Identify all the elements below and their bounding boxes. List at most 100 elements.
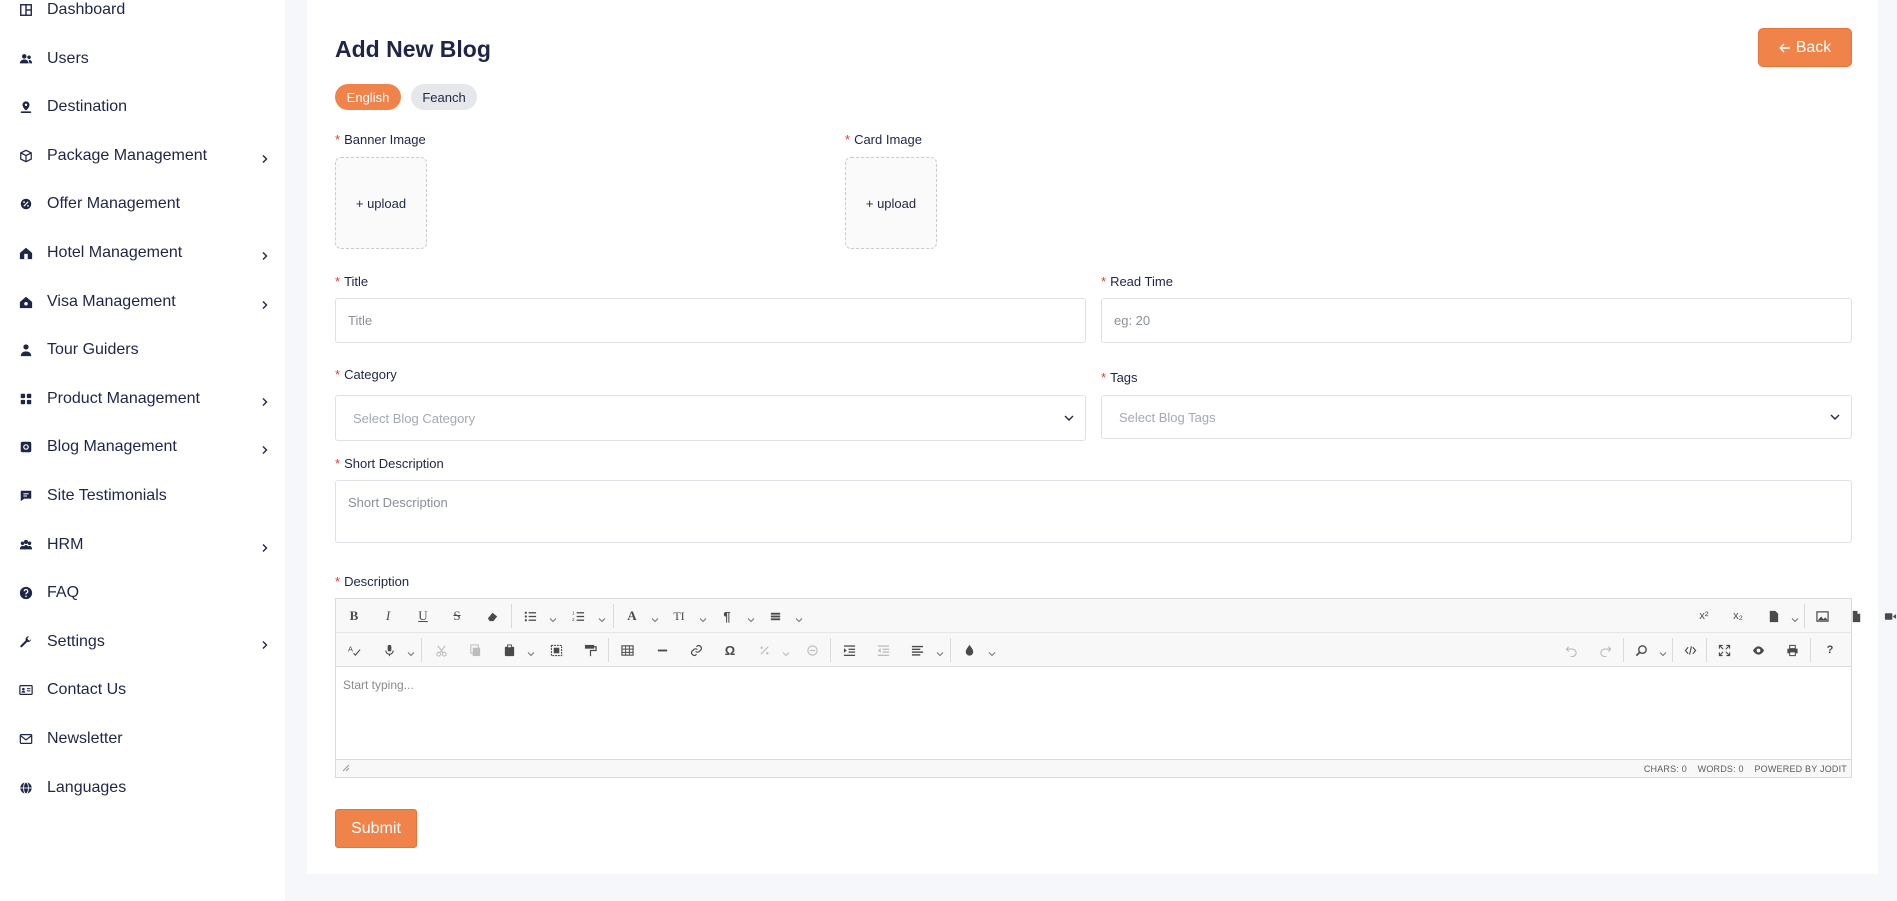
chevron-down-icon[interactable] bbox=[782, 645, 790, 657]
sidebar-item-hrm[interactable]: HRM bbox=[0, 525, 285, 565]
chevron-down-icon[interactable] bbox=[407, 645, 415, 657]
banner-image-upload[interactable]: + upload bbox=[335, 157, 427, 249]
chevron-down-icon[interactable] bbox=[795, 611, 803, 623]
powered-by-label[interactable]: POWERED BY JODIT bbox=[1754, 764, 1847, 774]
outdent-icon[interactable] bbox=[873, 640, 893, 660]
required-mark: * bbox=[335, 132, 341, 147]
sidebar-item-hotel-management[interactable]: Hotel Management bbox=[0, 233, 285, 273]
short-description-textarea[interactable]: Short Description bbox=[335, 480, 1852, 543]
source-code-icon[interactable] bbox=[1680, 640, 1700, 660]
clear-format-icon[interactable] bbox=[802, 640, 822, 660]
editor-status-bar: CHARS: 0 WORDS: 0 POWERED BY JODIT bbox=[336, 759, 1851, 777]
category-select[interactable]: Select Blog Category bbox=[335, 395, 1086, 441]
sidebar-item-package-management[interactable]: Package Management bbox=[0, 136, 285, 176]
sidebar-item-faq[interactable]: FAQ bbox=[0, 573, 285, 613]
back-button[interactable]: Back bbox=[1758, 28, 1852, 67]
contact-card-icon bbox=[18, 682, 34, 698]
chevron-down-icon[interactable] bbox=[1659, 645, 1667, 657]
find-replace-icon[interactable] bbox=[754, 640, 774, 660]
submit-button[interactable]: Submit bbox=[335, 809, 417, 848]
image-icon[interactable] bbox=[1812, 606, 1832, 626]
format-painter-icon[interactable] bbox=[580, 640, 600, 660]
editor-toolbar-row-2: A Ω ? bbox=[336, 633, 1851, 667]
chevron-down-icon[interactable] bbox=[1791, 611, 1799, 623]
chevron-down-icon[interactable] bbox=[747, 611, 755, 623]
redo-icon[interactable] bbox=[1595, 640, 1615, 660]
brush-icon[interactable] bbox=[959, 640, 979, 660]
sidebar-item-offer-management[interactable]: Offer Management bbox=[0, 184, 285, 224]
sidebar-item-contact-us[interactable]: Contact Us bbox=[0, 670, 285, 710]
category-label: * Category bbox=[335, 367, 397, 382]
subscript-icon[interactable]: x₂ bbox=[1728, 606, 1748, 626]
table-icon[interactable] bbox=[617, 640, 637, 660]
chars-count: CHARS: 0 bbox=[1643, 764, 1687, 774]
video-icon[interactable] bbox=[1880, 606, 1897, 626]
editor-content-area[interactable]: Start typing... bbox=[336, 668, 1851, 759]
eraser-icon[interactable] bbox=[482, 606, 502, 626]
sidebar-item-label: Dashboard bbox=[47, 1, 126, 18]
paste-icon[interactable] bbox=[499, 640, 519, 660]
sidebar-item-product-management[interactable]: Product Management bbox=[0, 379, 285, 419]
document-icon[interactable] bbox=[1846, 606, 1866, 626]
tab-english[interactable]: English bbox=[335, 84, 401, 110]
tab-french[interactable]: Feanch bbox=[411, 84, 477, 110]
microphone-icon[interactable] bbox=[379, 640, 399, 660]
mail-icon bbox=[18, 731, 34, 747]
italic-icon[interactable]: I bbox=[378, 606, 398, 626]
globe-icon bbox=[18, 780, 34, 796]
numbered-list-icon[interactable]: 12 bbox=[568, 606, 588, 626]
superscript-icon[interactable]: x² bbox=[1694, 606, 1714, 626]
help-icon[interactable]: ? bbox=[1820, 640, 1840, 660]
sidebar-item-destination[interactable]: Destination bbox=[0, 87, 285, 127]
sidebar-item-settings[interactable]: Settings bbox=[0, 622, 285, 662]
font-icon[interactable]: A bbox=[622, 606, 642, 626]
sidebar-item-languages[interactable]: Languages bbox=[0, 768, 285, 808]
search-icon[interactable] bbox=[1631, 640, 1651, 660]
chevron-down-icon[interactable] bbox=[651, 611, 659, 623]
preview-eye-icon[interactable] bbox=[1748, 640, 1768, 660]
indent-icon[interactable] bbox=[839, 640, 859, 660]
horizontal-rule-icon[interactable] bbox=[652, 640, 672, 660]
sidebar-item-blog-management[interactable]: Blog Management bbox=[0, 427, 285, 467]
print-icon[interactable] bbox=[1782, 640, 1802, 660]
align-icon[interactable] bbox=[907, 640, 927, 660]
undo-icon[interactable] bbox=[1561, 640, 1581, 660]
read-time-input[interactable]: eg: 20 bbox=[1101, 298, 1852, 343]
resize-handle-icon[interactable] bbox=[342, 764, 350, 772]
bold-icon[interactable]: B bbox=[344, 606, 364, 626]
chevron-down-icon[interactable] bbox=[598, 611, 606, 623]
sidebar-item-visa-management[interactable]: Visa Management bbox=[0, 282, 285, 322]
chevron-down-icon[interactable] bbox=[936, 645, 944, 657]
link-icon[interactable] bbox=[686, 640, 706, 660]
spellcheck-icon[interactable]: A bbox=[344, 640, 364, 660]
blog-icon bbox=[18, 439, 34, 455]
font-size-icon[interactable]: TI bbox=[669, 606, 689, 626]
sidebar-item-dashboard[interactable]: Dashboard bbox=[0, 0, 285, 30]
file-icon[interactable] bbox=[1763, 606, 1783, 626]
line-height-icon[interactable] bbox=[765, 606, 785, 626]
chevron-down-icon[interactable] bbox=[527, 645, 535, 657]
bullet-list-icon[interactable] bbox=[520, 606, 540, 626]
chevron-down-icon[interactable] bbox=[988, 645, 996, 657]
editor-stats: CHARS: 0 WORDS: 0 POWERED BY JODIT bbox=[1636, 764, 1847, 774]
copy-icon[interactable] bbox=[465, 640, 485, 660]
fullscreen-icon[interactable] bbox=[1714, 640, 1734, 660]
cut-icon[interactable] bbox=[431, 640, 451, 660]
paragraph-icon[interactable]: ¶ bbox=[717, 606, 737, 626]
sidebar-item-label: Hotel Management bbox=[47, 244, 183, 261]
arrow-left-icon bbox=[1778, 42, 1791, 54]
card-image-upload[interactable]: + upload bbox=[845, 157, 937, 249]
strikethrough-icon[interactable]: S bbox=[447, 606, 467, 626]
sidebar-item-users[interactable]: Users bbox=[0, 39, 285, 79]
title-input[interactable]: Title bbox=[335, 298, 1086, 343]
chevron-down-icon[interactable] bbox=[549, 611, 557, 623]
underline-icon[interactable]: U bbox=[413, 606, 433, 626]
sidebar-item-label: Users bbox=[47, 50, 89, 67]
sidebar-item-site-testimonials[interactable]: Site Testimonials bbox=[0, 476, 285, 516]
select-all-icon[interactable] bbox=[546, 640, 566, 660]
sidebar-item-newsletter[interactable]: Newsletter bbox=[0, 719, 285, 759]
special-character-icon[interactable]: Ω bbox=[720, 640, 740, 660]
chevron-down-icon[interactable] bbox=[699, 611, 707, 623]
sidebar-item-tour-guiders[interactable]: Tour Guiders bbox=[0, 330, 285, 370]
tags-select[interactable]: Select Blog Tags bbox=[1101, 395, 1852, 439]
